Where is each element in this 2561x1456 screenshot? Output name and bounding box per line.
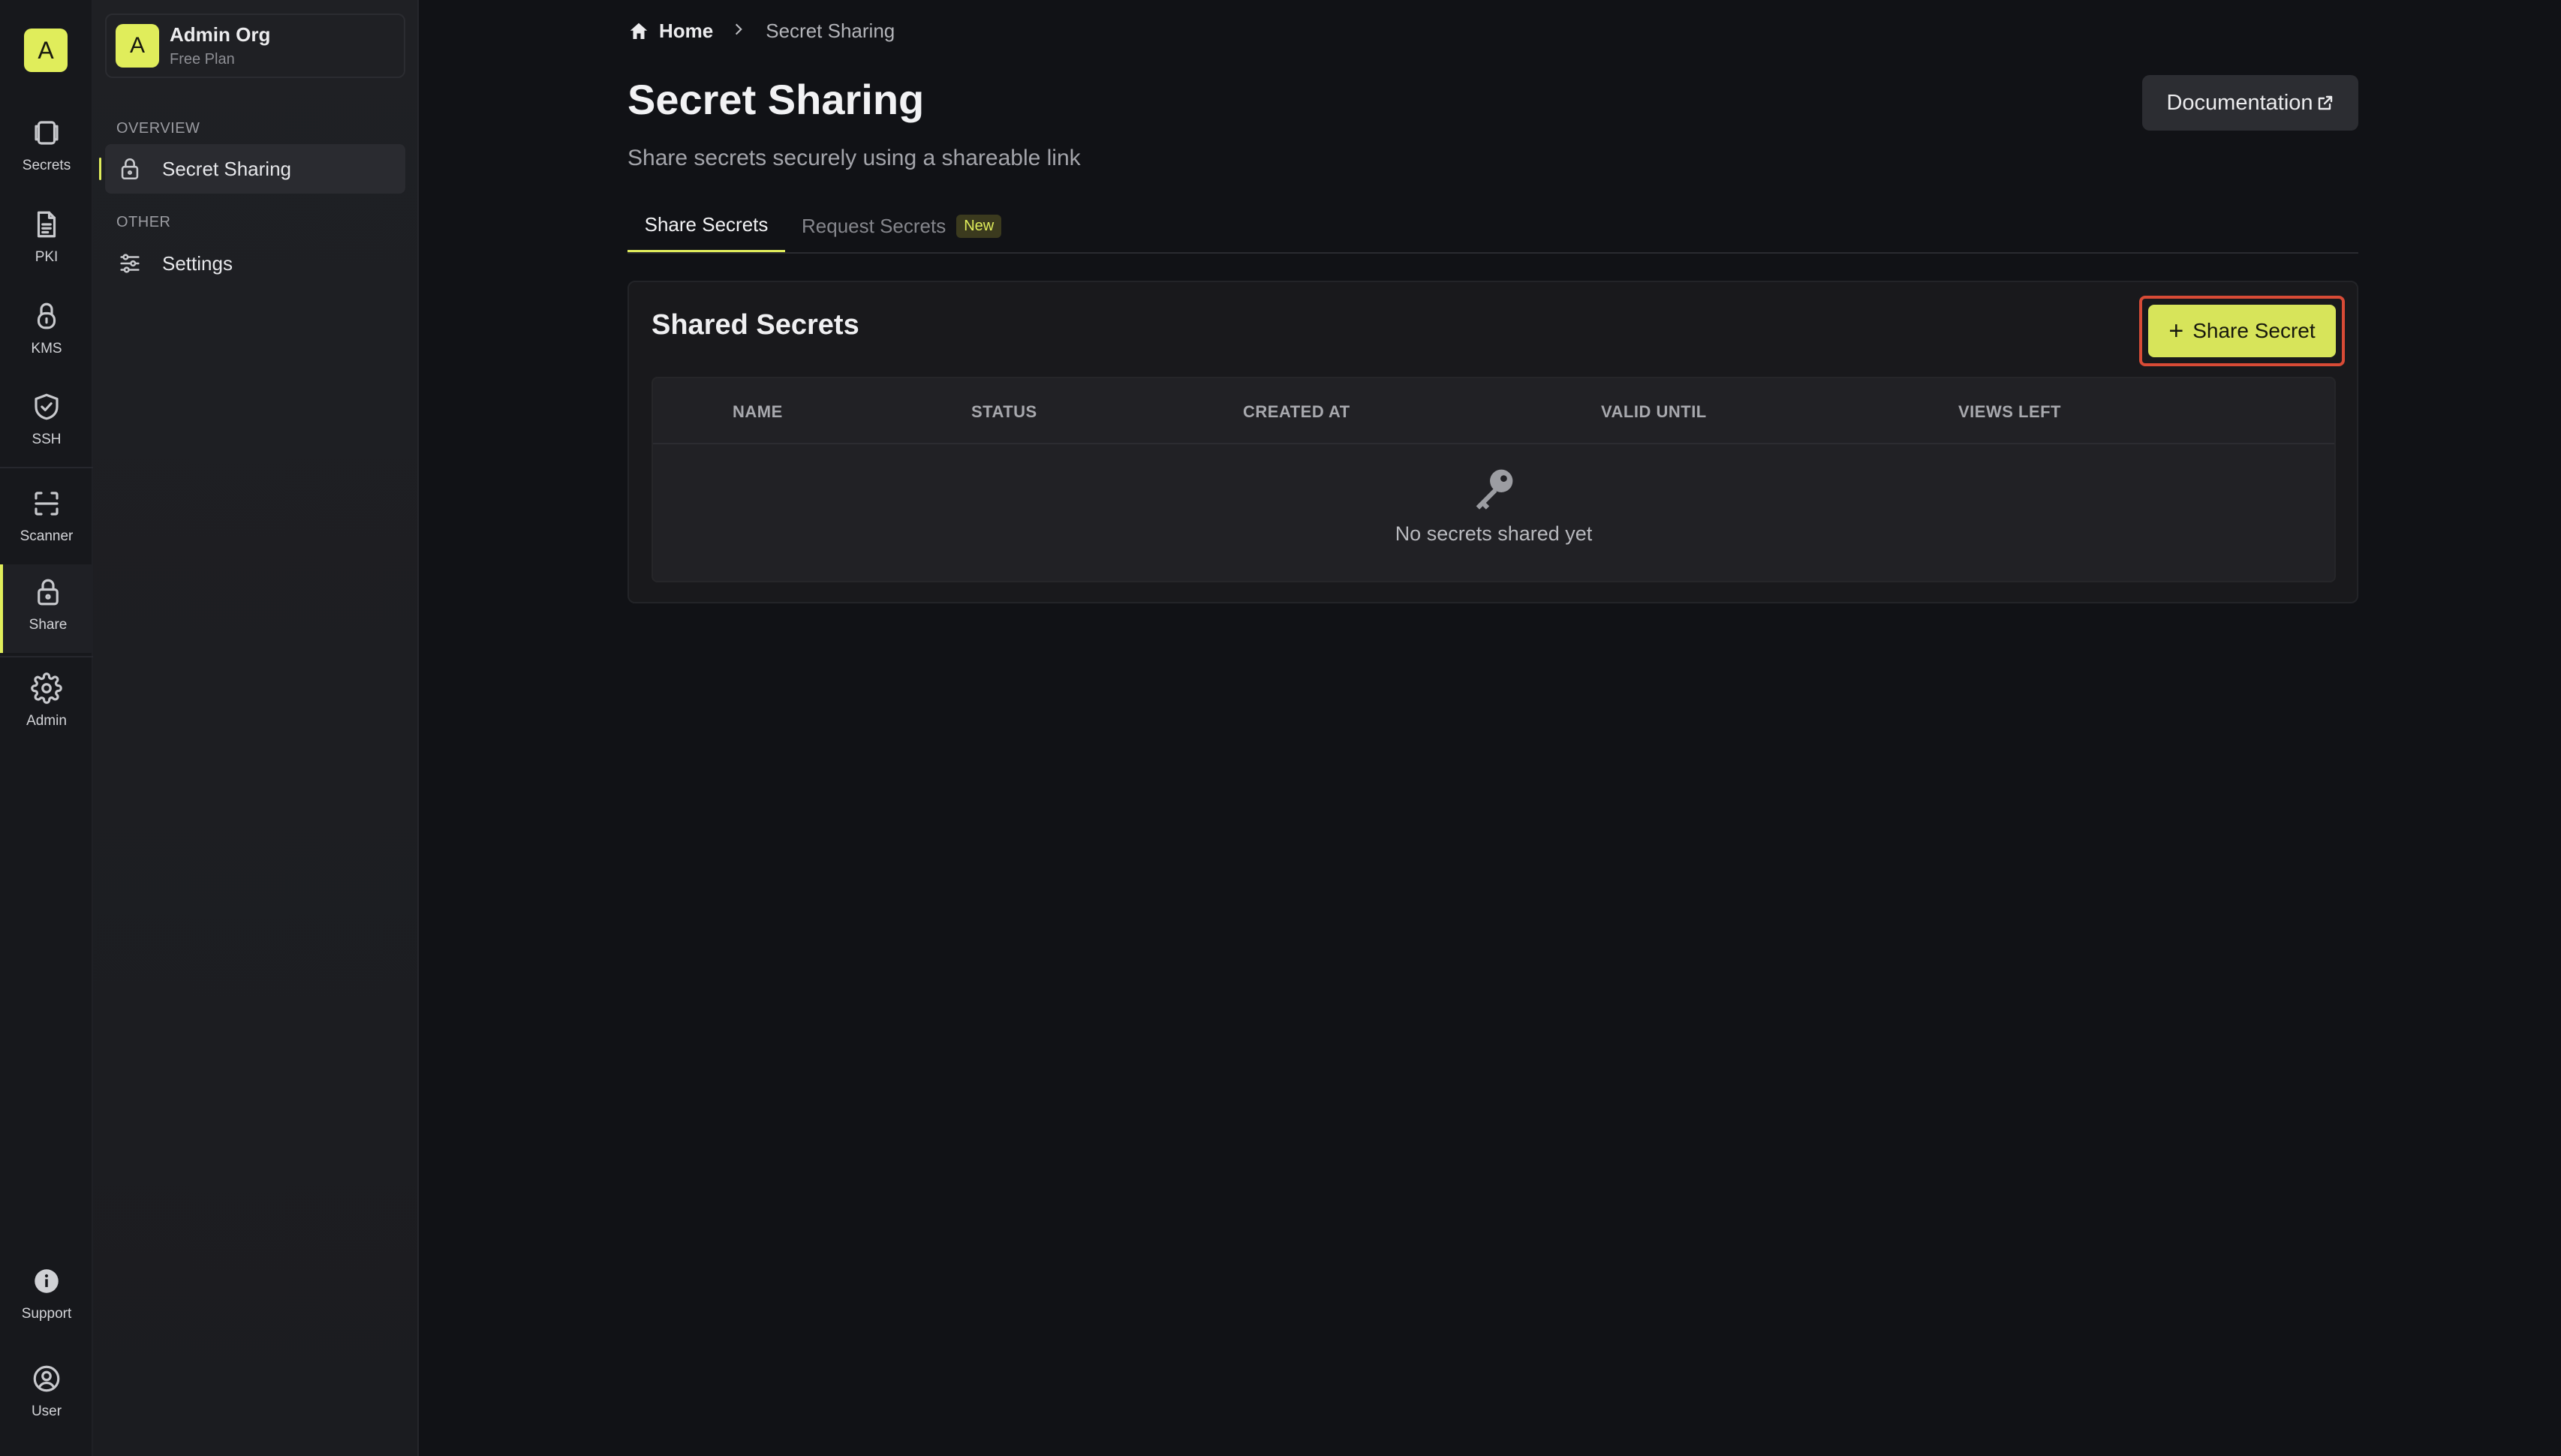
- column-header-valid-until[interactable]: VALID UNTIL: [1601, 402, 1707, 422]
- rail-item-label: KMS: [31, 341, 62, 356]
- rail-item-ssh[interactable]: SSH: [0, 379, 93, 468]
- tab-request-secrets[interactable]: Request Secrets New: [802, 200, 1002, 252]
- icon-rail: A Secrets PKI KMS SSH Scanner Share Admi…: [0, 0, 93, 1456]
- documentation-label: Documentation: [2166, 90, 2313, 115]
- share-secret-label: Share Secret: [2192, 319, 2316, 342]
- column-header-status[interactable]: STATUS: [971, 402, 1037, 422]
- rail-item-secrets[interactable]: Secrets: [0, 105, 93, 194]
- rail-item-label: User: [31, 1403, 62, 1419]
- rail-divider: [0, 656, 93, 657]
- rail-item-kms[interactable]: KMS: [0, 288, 93, 377]
- rail-item-support[interactable]: Support: [0, 1253, 93, 1342]
- org-name: Admin Org: [170, 23, 271, 46]
- empty-state-text: No secrets shared yet: [1395, 522, 1593, 545]
- lock-icon: [121, 158, 139, 180]
- document-icon: [37, 211, 56, 238]
- rail-item-user[interactable]: User: [0, 1351, 93, 1439]
- page-title: Secret Sharing: [627, 76, 925, 123]
- org-logo[interactable]: A: [24, 29, 68, 72]
- lock-icon: [38, 579, 59, 606]
- section-title-overview: OVERVIEW: [116, 120, 200, 137]
- lock-icon: [37, 302, 56, 329]
- tab-bar: Share Secrets Request Secrets New: [627, 200, 2358, 254]
- sidebar-item-secret-sharing[interactable]: Secret Sharing: [105, 144, 405, 194]
- shared-secrets-card: Shared Secrets + Share Secret NAME STATU…: [627, 281, 2358, 603]
- secrets-icon: [35, 121, 59, 145]
- rail-item-label: Share: [29, 617, 68, 633]
- secrets-table: NAME STATUS CREATED AT VALID UNTIL VIEWS…: [652, 377, 2336, 582]
- rail-item-label: Support: [21, 1306, 72, 1322]
- column-header-name[interactable]: NAME: [733, 402, 783, 422]
- chevron-right-icon: [731, 22, 746, 41]
- org-switcher[interactable]: A Admin Org Free Plan: [105, 14, 405, 78]
- empty-state: No secrets shared yet: [653, 444, 2334, 582]
- table-header: NAME STATUS CREATED AT VALID UNTIL VIEWS…: [653, 378, 2334, 444]
- sidebar-item-label: Secret Sharing: [162, 157, 291, 180]
- org-plan: Free Plan: [170, 51, 235, 68]
- column-header-views-left[interactable]: VIEWS LEFT: [1958, 402, 2061, 422]
- key-icon: [1476, 469, 1513, 510]
- column-header-created-at[interactable]: CREATED AT: [1243, 402, 1350, 422]
- rail-item-share[interactable]: Share: [0, 564, 93, 653]
- section-title-other: OTHER: [116, 214, 171, 230]
- card-title: Shared Secrets: [652, 309, 859, 341]
- scanner-icon: [35, 492, 59, 516]
- home-icon: [630, 23, 648, 39]
- secondary-sidebar: A Admin Org Free Plan OVERVIEW Secret Sh…: [93, 0, 419, 1456]
- rail-item-pki[interactable]: PKI: [0, 197, 93, 285]
- breadcrumb: Home Secret Sharing: [627, 20, 895, 43]
- breadcrumb-home[interactable]: Home: [627, 20, 713, 43]
- shield-icon: [35, 393, 59, 420]
- plus-icon: +: [2168, 317, 2184, 345]
- rail-item-label: SSH: [32, 432, 62, 447]
- rail-item-label: Scanner: [20, 528, 74, 544]
- tab-label: Request Secrets: [802, 214, 946, 237]
- rail-item-label: Secrets: [22, 158, 71, 173]
- gear-icon: [31, 672, 62, 704]
- breadcrumb-current: Secret Sharing: [766, 20, 895, 42]
- documentation-button[interactable]: Documentation: [2142, 75, 2358, 131]
- tab-share-secrets[interactable]: Share Secrets: [627, 200, 785, 252]
- sidebar-item-label: Settings: [162, 251, 233, 275]
- rail-item-scanner[interactable]: Scanner: [0, 476, 93, 564]
- rail-item-label: PKI: [35, 249, 59, 265]
- active-marker: [99, 158, 101, 180]
- external-link-icon: [2318, 95, 2332, 110]
- info-icon: [35, 1269, 59, 1293]
- rail-divider: [0, 467, 93, 468]
- user-icon: [33, 1365, 60, 1392]
- page-subtitle: Share secrets securely using a shareable…: [627, 146, 1081, 170]
- share-secret-button[interactable]: + Share Secret: [2148, 305, 2336, 357]
- sidebar-item-settings[interactable]: Settings: [105, 239, 405, 288]
- rail-item-admin[interactable]: Admin: [0, 660, 93, 749]
- org-avatar: A: [116, 24, 159, 68]
- tab-label: Share Secrets: [644, 213, 769, 236]
- rail-item-label: Admin: [26, 713, 67, 729]
- sliders-icon: [120, 254, 140, 273]
- new-badge: New: [956, 214, 1002, 238]
- breadcrumb-home-label: Home: [659, 20, 714, 42]
